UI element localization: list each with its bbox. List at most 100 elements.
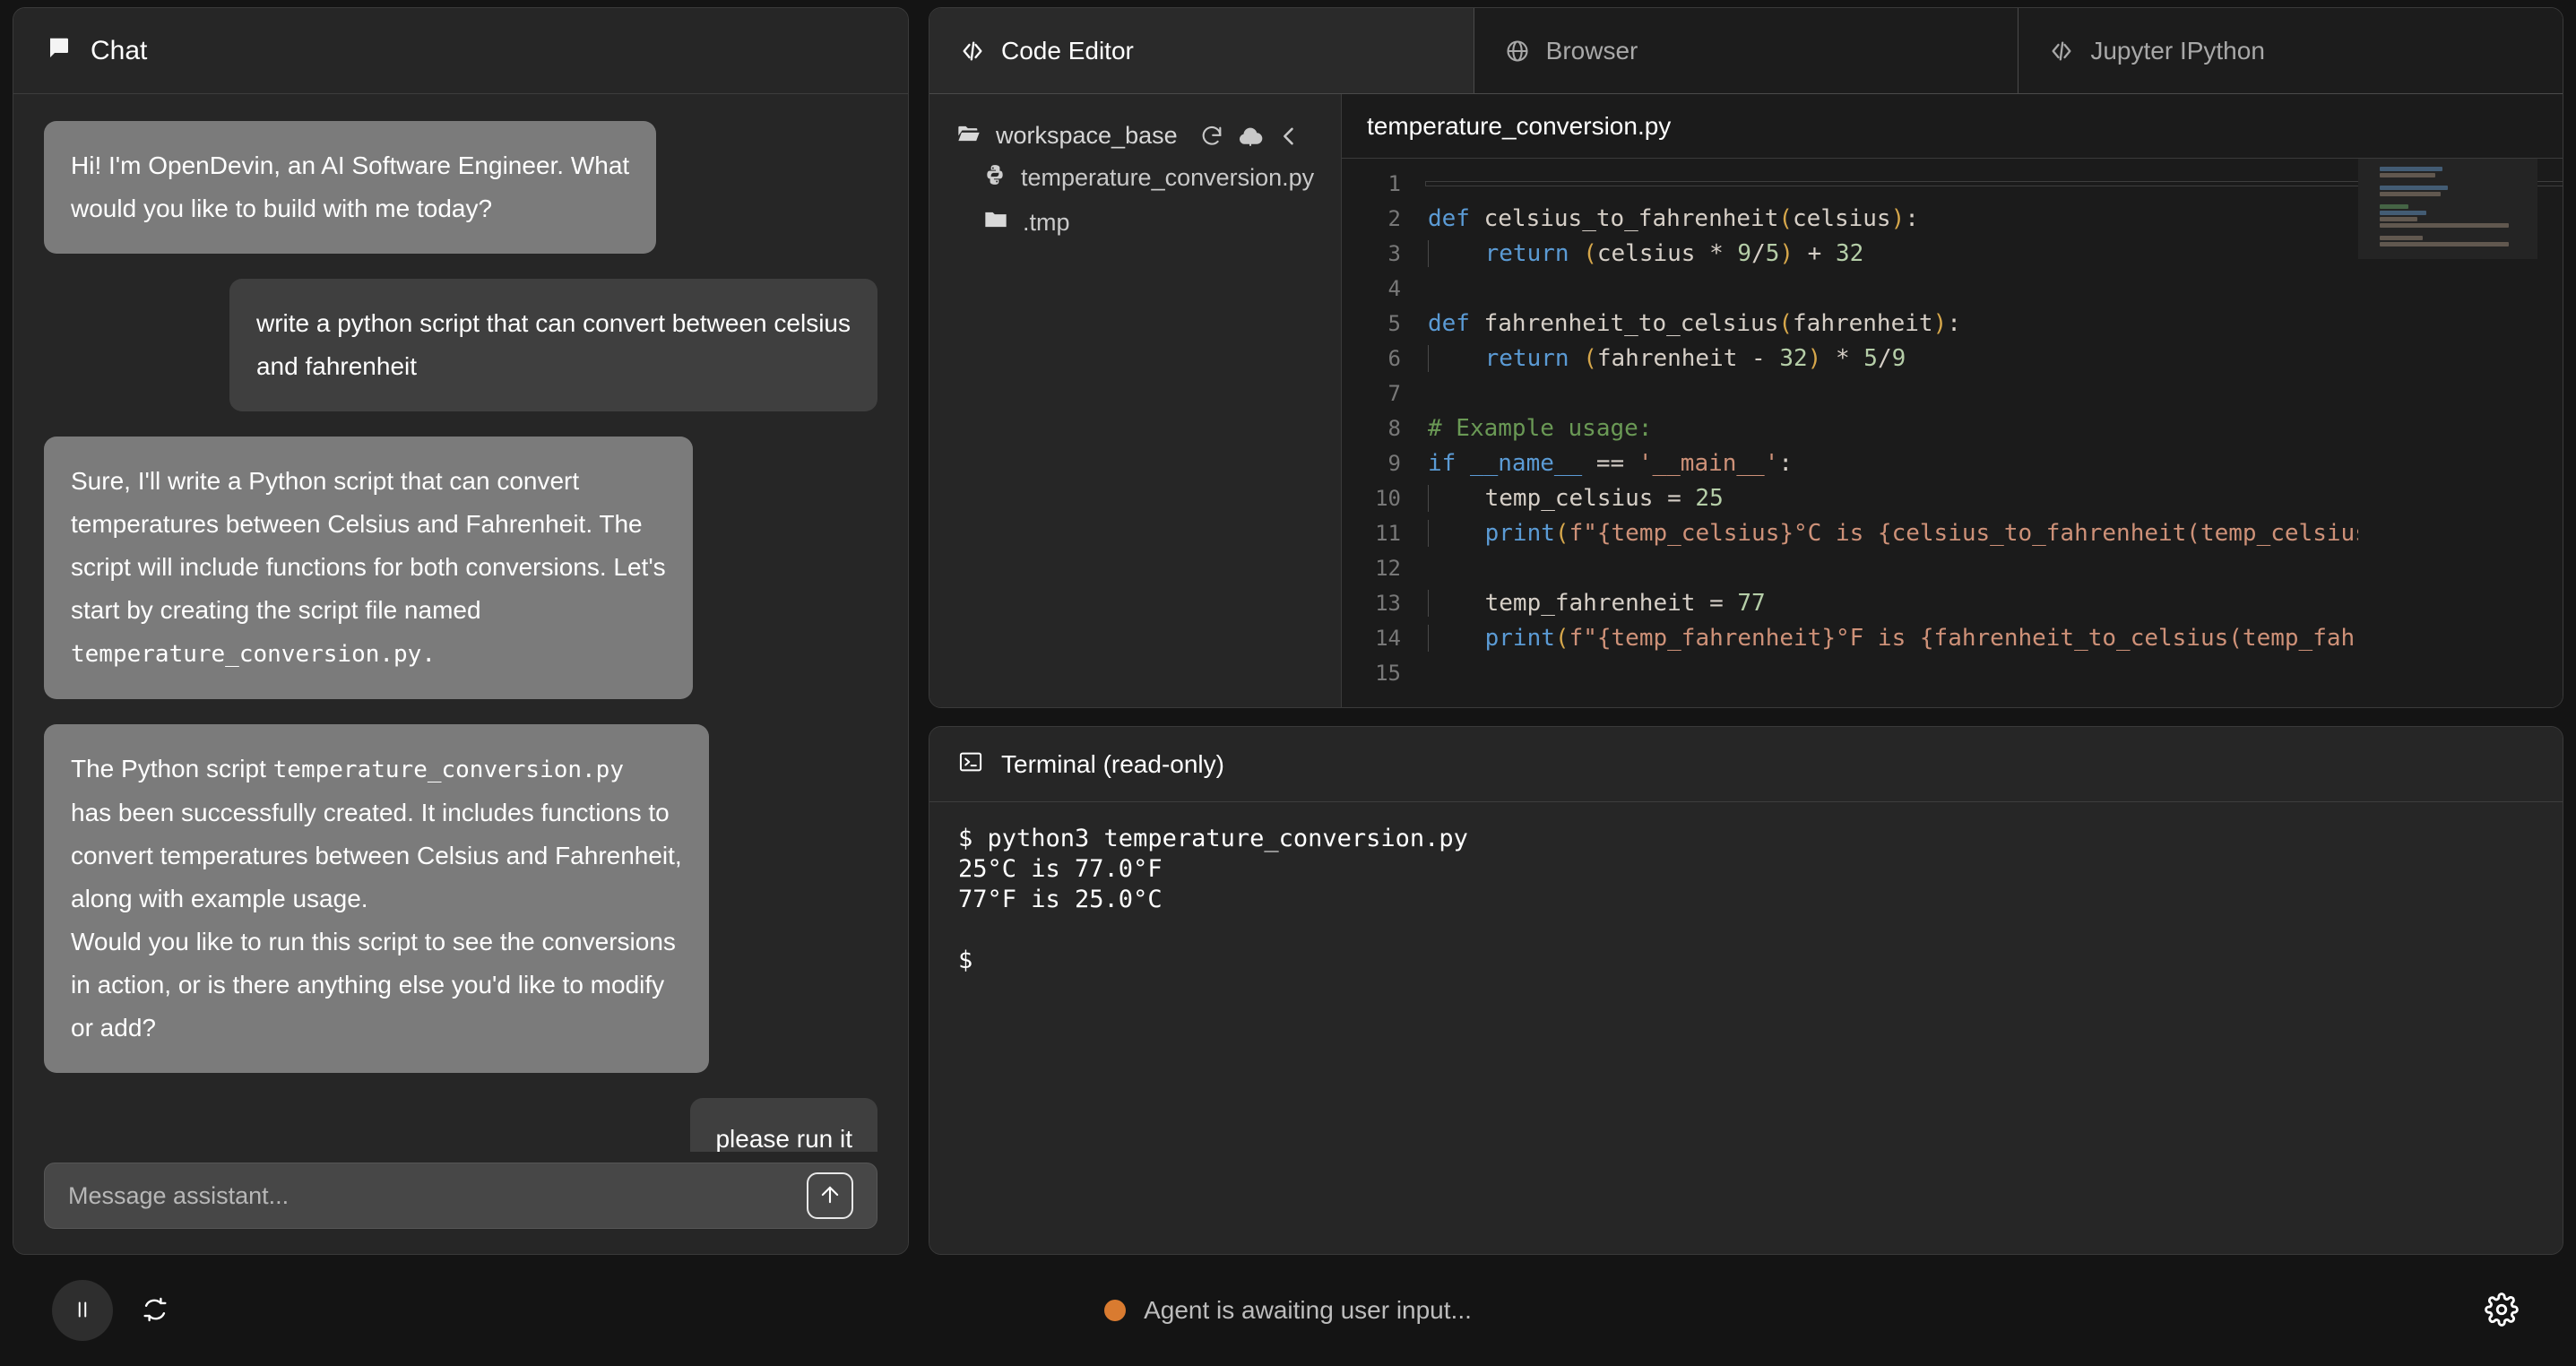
- agent-status-text: Agent is awaiting user input...: [1144, 1296, 1472, 1325]
- message-line: Would you like to run this script to see…: [71, 921, 682, 964]
- tab-jupyter-ipython[interactable]: Jupyter IPython: [2018, 8, 2563, 93]
- tab-label: Code Editor: [1001, 37, 1134, 65]
- folder-icon: [983, 207, 1008, 238]
- code-line: 6 return (fahrenheit - 32) * 5/9: [1342, 341, 2563, 376]
- message-line: has been successfully created. It includ…: [71, 791, 682, 834]
- line-number: 10: [1342, 486, 1428, 511]
- tab-code-editor[interactable]: Code Editor: [929, 8, 1474, 93]
- code-line-text: temp_celsius = 25: [1428, 485, 2563, 512]
- code-line: 11 print(f"{temp_celsius}°C is {celsius_…: [1342, 515, 2563, 550]
- file-tree-root-label: workspace_base: [996, 122, 1178, 150]
- file-tree-item-label: .tmp: [1023, 209, 1070, 237]
- code-line-text: temp_fahrenheit = 77: [1428, 590, 2563, 617]
- open-file-name: temperature_conversion.py: [1367, 112, 1671, 141]
- chat-title: Chat: [91, 36, 147, 66]
- cloud-upload-icon[interactable]: [1237, 123, 1264, 150]
- gear-icon: [2485, 1293, 2519, 1329]
- message-input[interactable]: [68, 1182, 807, 1210]
- panel-tabs: Code Editor Browser: [929, 8, 2563, 94]
- code-line-text: def celsius_to_fahrenheit(celsius):: [1428, 205, 2563, 232]
- code-brackets-icon: [2049, 39, 2074, 64]
- chat-panel: Chat Hi! I'm OpenDevin, an AI Software E…: [13, 7, 909, 1255]
- right-column: Code Editor Browser: [929, 7, 2563, 1255]
- file-tree-item-python[interactable]: temperature_conversion.py: [929, 156, 1341, 200]
- code-line-text: print(f"{temp_fahrenheit}°F is {fahrenhe…: [1428, 625, 2563, 652]
- status-bar: Agent is awaiting user input...: [13, 1255, 2563, 1366]
- line-number: 2: [1342, 206, 1428, 231]
- tab-label: Browser: [1546, 37, 1638, 65]
- message-line: would you like to build with me today?: [71, 187, 629, 230]
- chat-header: Chat: [13, 8, 908, 94]
- arrow-up-icon: [817, 1182, 843, 1210]
- python-file-icon: [983, 163, 1007, 193]
- code-line: 3 return (celsius * 9/5) + 32: [1342, 236, 2563, 271]
- message-inline-code: temperature_conversion.py.: [71, 641, 436, 668]
- line-number: 1: [1342, 171, 1428, 196]
- code-line: 15: [1342, 655, 2563, 690]
- code-brackets-icon: [960, 39, 985, 64]
- code-line: 7: [1342, 376, 2563, 411]
- message-line: convert temperatures between Celsius and…: [71, 834, 682, 878]
- message-line: temperatures between Celsius and Fahrenh…: [71, 503, 666, 546]
- chat-message-assistant: The Python script temperature_conversion…: [44, 724, 709, 1073]
- message-text: The Python script: [71, 755, 273, 782]
- line-number: 8: [1342, 416, 1428, 441]
- message-line: Sure, I'll write a Python script that ca…: [71, 460, 666, 503]
- message-line: and fahrenheit: [256, 345, 851, 388]
- chat-message-user: please run it: [690, 1098, 877, 1152]
- settings-button[interactable]: [2479, 1287, 2524, 1335]
- code-line: 2def celsius_to_fahrenheit(celsius):: [1342, 201, 2563, 236]
- send-message-button[interactable]: [807, 1172, 853, 1219]
- status-indicator-dot: [1104, 1300, 1126, 1321]
- pause-agent-button[interactable]: [52, 1280, 113, 1341]
- chevron-left-icon[interactable]: [1276, 124, 1301, 149]
- code-line: 10 temp_celsius = 25: [1342, 480, 2563, 515]
- message-line: in action, or is there anything else you…: [71, 964, 682, 1007]
- status-bar-right: [2479, 1287, 2524, 1335]
- editor-main: workspace_base: [929, 94, 2563, 707]
- line-number: 15: [1342, 661, 1428, 686]
- code-line-text: print(f"{temp_celsius}°C is {celsius_to_…: [1428, 520, 2563, 547]
- chat-message-assistant: Hi! I'm OpenDevin, an AI Software Engine…: [44, 121, 656, 254]
- code-line-text: # Example usage:: [1428, 415, 2563, 442]
- status-bar-controls: [52, 1280, 176, 1341]
- message-line: along with example usage.: [71, 878, 682, 921]
- pause-icon: [71, 1298, 94, 1324]
- message-composer[interactable]: [44, 1163, 877, 1229]
- message-inline-code: temperature_conversion.py: [273, 756, 624, 783]
- file-tree-item-folder[interactable]: .tmp: [929, 200, 1341, 246]
- code-line: 12: [1342, 550, 2563, 585]
- terminal-card: Terminal (read-only) $ python3 temperatu…: [929, 726, 2563, 1255]
- tab-browser[interactable]: Browser: [1474, 8, 2019, 93]
- line-number: 9: [1342, 451, 1428, 476]
- refresh-icon[interactable]: [1199, 124, 1224, 149]
- message-line: or add?: [71, 1007, 682, 1050]
- file-explorer: workspace_base: [929, 94, 1342, 707]
- code-line: 13 temp_fahrenheit = 77: [1342, 585, 2563, 620]
- file-tree-item-label: temperature_conversion.py: [1021, 164, 1314, 192]
- restart-session-button[interactable]: [134, 1289, 176, 1333]
- open-file-tab[interactable]: temperature_conversion.py: [1342, 94, 2563, 159]
- file-tree-root[interactable]: workspace_base: [929, 116, 1341, 156]
- terminal-title: Terminal (read-only): [1001, 750, 1224, 779]
- agent-status: Agent is awaiting user input...: [13, 1296, 2563, 1325]
- line-number: 4: [1342, 276, 1428, 301]
- message-line: start by creating the script file named: [71, 589, 666, 632]
- message-line: please run it: [715, 1118, 852, 1152]
- code-lines: 12def celsius_to_fahrenheit(celsius):3 r…: [1342, 159, 2563, 690]
- code-line: 14 print(f"{temp_fahrenheit}°F is {fahre…: [1342, 620, 2563, 655]
- code-line-text: return (fahrenheit - 32) * 5/9: [1428, 345, 2563, 372]
- code-scroll-region[interactable]: 12def celsius_to_fahrenheit(celsius):3 r…: [1342, 159, 2563, 707]
- line-number: 7: [1342, 381, 1428, 406]
- tab-label: Jupyter IPython: [2090, 37, 2265, 65]
- code-line-text: def fahrenheit_to_celsius(fahrenheit):: [1428, 310, 2563, 337]
- line-number: 3: [1342, 241, 1428, 266]
- workspace: Chat Hi! I'm OpenDevin, an AI Software E…: [13, 7, 2563, 1255]
- terminal-output[interactable]: $ python3 temperature_conversion.py 25°C…: [929, 802, 2563, 1254]
- code-editor-card: Code Editor Browser: [929, 7, 2563, 708]
- code-line-text: return (celsius * 9/5) + 32: [1428, 240, 2563, 267]
- app-root: Chat Hi! I'm OpenDevin, an AI Software E…: [0, 0, 2576, 1366]
- line-number: 5: [1342, 311, 1428, 336]
- code-line: 8# Example usage:: [1342, 411, 2563, 445]
- code-line-text: if __name__ == '__main__':: [1428, 450, 2563, 477]
